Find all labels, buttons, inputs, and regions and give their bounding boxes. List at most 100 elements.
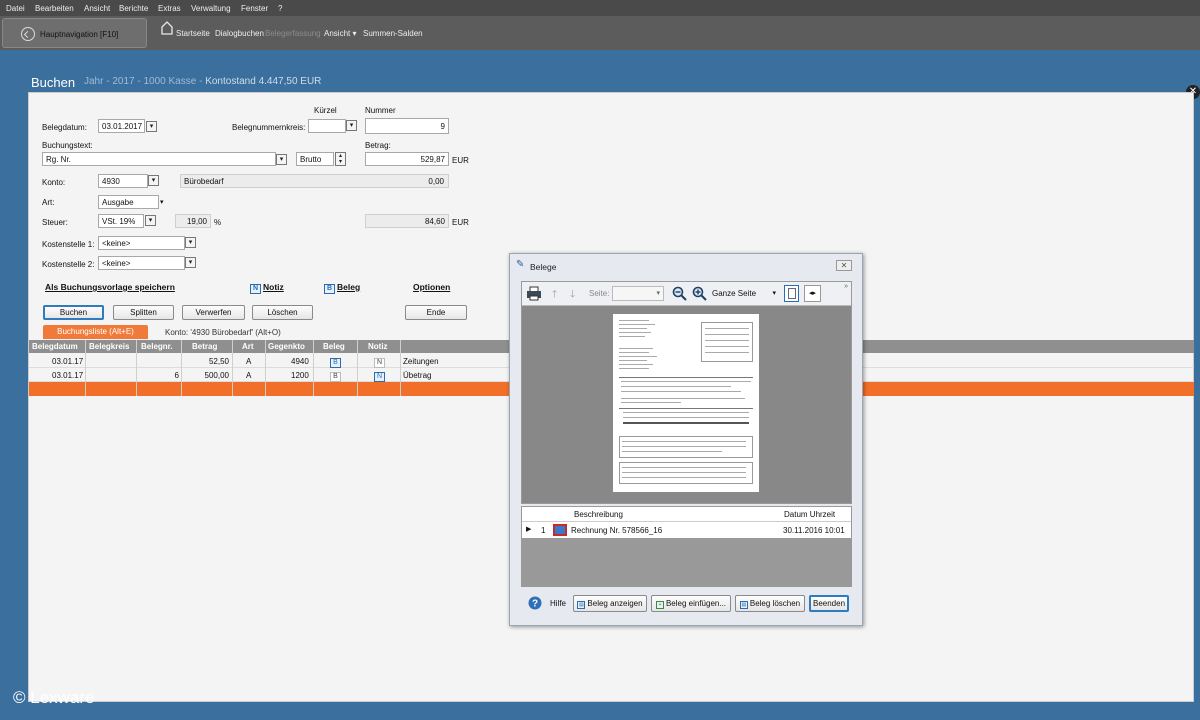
- chevron-down-icon[interactable]: ▾: [145, 215, 156, 226]
- menu-fenster[interactable]: Fenster: [241, 4, 268, 13]
- notiz-link[interactable]: N Notiz: [250, 282, 284, 294]
- list-item[interactable]: ▶ 1 Rechnung Nr. 578566_16 30.11.2016 10…: [522, 522, 851, 538]
- toolbar-ansicht[interactable]: Ansicht ▾: [324, 29, 356, 38]
- toolbar-startseite[interactable]: Startseite: [176, 29, 210, 38]
- col-datum-uhrzeit[interactable]: Datum Uhrzeit: [784, 510, 835, 519]
- verwerfen-button[interactable]: Verwerfen: [182, 305, 245, 320]
- splitten-button[interactable]: Splitten: [113, 305, 174, 320]
- col-belegkreis[interactable]: Belegkreis: [89, 342, 129, 351]
- cell-beleg: B: [330, 358, 341, 368]
- menu-bar: Datei Bearbeiten Ansicht Berichte Extras…: [0, 0, 1200, 16]
- belegdatum-field[interactable]: 03.01.2017: [98, 119, 145, 133]
- loeschen-button[interactable]: Löschen: [252, 305, 313, 320]
- zoom-in-icon[interactable]: [692, 286, 707, 301]
- tab-buchungsliste[interactable]: Buchungsliste (Alt+E): [43, 325, 148, 339]
- dialog-close-icon[interactable]: ✕: [836, 260, 852, 271]
- betrag-currency: EUR: [452, 156, 469, 165]
- col-belegdatum[interactable]: Belegdatum: [32, 342, 78, 351]
- toolbar-dialogbuchen[interactable]: Dialogbuchen: [215, 29, 264, 38]
- help-icon[interactable]: ?: [528, 596, 542, 610]
- beleg-einfuegen-label: Beleg einfügen...: [665, 599, 727, 608]
- overflow-icon[interactable]: »: [844, 283, 848, 290]
- doc-line: [619, 324, 655, 325]
- col-beschreibung[interactable]: Beschreibung: [574, 510, 623, 519]
- menu-bearbeiten[interactable]: Bearbeiten: [35, 4, 74, 13]
- brutto-field[interactable]: Brutto: [296, 152, 334, 166]
- chevron-down-icon[interactable]: ▾: [160, 198, 164, 206]
- zoom-out-icon[interactable]: [672, 286, 687, 301]
- seite-select[interactable]: ▾: [612, 286, 664, 301]
- col-notiz[interactable]: Notiz: [368, 342, 388, 351]
- subtitle-year: 2017: [112, 76, 135, 87]
- hilfe-label[interactable]: Hilfe: [550, 599, 566, 608]
- single-page-icon[interactable]: [784, 285, 799, 302]
- col-betrag[interactable]: Betrag: [192, 342, 217, 351]
- chevron-down-icon[interactable]: ▾: [185, 237, 196, 248]
- doc-line: [619, 360, 647, 361]
- kostenstelle1-label: Kostenstelle 1:: [42, 240, 95, 249]
- vorlage-speichern-link[interactable]: Als Buchungsvorlage speichern: [45, 282, 175, 292]
- fit-width-icon[interactable]: ◂▸: [804, 285, 821, 302]
- tab-konto[interactable]: Konto: '4930 Bürobedarf' (Alt+O): [165, 328, 281, 337]
- arrow-up-icon[interactable]: 🡑: [552, 287, 557, 304]
- chevron-down-icon[interactable]: ▾: [185, 257, 196, 268]
- betrag-field[interactable]: 529,87: [365, 152, 449, 166]
- page-title: Buchen: [31, 75, 76, 90]
- buchungstext-field[interactable]: Rg. Nr.: [42, 152, 276, 166]
- toolbar-summen-salden[interactable]: Summen-Salden: [363, 29, 423, 38]
- seite-label: Seite:: [589, 289, 610, 298]
- zoom-select[interactable]: Ganze Seite ▾: [710, 286, 778, 301]
- chevron-down-icon[interactable]: ▾: [148, 175, 159, 186]
- doc-rule: [619, 377, 753, 378]
- beleg-icon: B: [324, 284, 335, 294]
- nummer-field[interactable]: 9: [365, 118, 449, 134]
- menu-datei[interactable]: Datei: [6, 4, 25, 13]
- page-shape: [787, 288, 796, 299]
- col-divider: [232, 340, 233, 396]
- col-belegnr[interactable]: Belegnr.: [141, 342, 173, 351]
- col-art[interactable]: Art: [242, 342, 254, 351]
- doc-line: [705, 346, 749, 347]
- doc-line: [619, 368, 649, 369]
- subtitle-kasse: 1000 Kasse: [143, 76, 197, 87]
- optionen-link[interactable]: Optionen: [413, 282, 450, 292]
- menu-ansicht[interactable]: Ansicht: [84, 4, 110, 13]
- dialog-title: Belege: [530, 262, 557, 272]
- konto-label: Konto:: [42, 178, 66, 187]
- col-divider: [313, 340, 314, 396]
- beleg-loeschen-button[interactable]: ▤ Beleg löschen: [735, 595, 805, 612]
- cell-gegenkto: 4940: [291, 357, 309, 366]
- belegnummernkreis-select[interactable]: [308, 119, 346, 133]
- hauptnavigation-button[interactable]: Hauptnavigation [F10]: [2, 18, 147, 48]
- menu-extras[interactable]: Extras: [158, 4, 181, 13]
- spinner-icon[interactable]: ▴ ▾: [335, 152, 346, 166]
- kostenstelle1-select[interactable]: <keine>: [98, 236, 185, 250]
- menu-help[interactable]: ?: [278, 4, 282, 13]
- chevron-down-icon[interactable]: ▾: [146, 121, 157, 132]
- chevron-down-icon[interactable]: ▾: [276, 154, 287, 165]
- doc-line: [622, 451, 722, 452]
- beenden-button[interactable]: Beenden: [809, 595, 849, 612]
- beleg-einfuegen-button[interactable]: + Beleg einfügen...: [651, 595, 731, 612]
- menu-verwaltung[interactable]: Verwaltung: [191, 4, 231, 13]
- kostenstelle2-select[interactable]: <keine>: [98, 256, 185, 270]
- subtitle-kontostand: Kontostand 4.447,50 EUR: [205, 76, 322, 87]
- steuer-currency: EUR: [452, 218, 469, 227]
- print-icon[interactable]: [526, 286, 542, 301]
- home-icon[interactable]: [160, 20, 174, 36]
- cell-notiz: N: [374, 358, 385, 368]
- steuer-select[interactable]: VSt. 19%: [98, 214, 144, 228]
- beleg-anzeigen-button[interactable]: ▤ Beleg anzeigen: [573, 595, 647, 612]
- buchen-button[interactable]: Buchen: [43, 305, 104, 320]
- menu-berichte[interactable]: Berichte: [119, 4, 148, 13]
- doc-line: [705, 328, 749, 329]
- col-beleg[interactable]: Beleg: [323, 342, 345, 351]
- invoice-preview: [613, 314, 759, 492]
- beleg-link[interactable]: B Beleg: [324, 282, 360, 294]
- ende-button[interactable]: Ende: [405, 305, 467, 320]
- konto-field[interactable]: 4930: [98, 174, 148, 188]
- col-gegenkto[interactable]: Gegenkto: [268, 342, 305, 351]
- art-select[interactable]: Ausgabe: [98, 195, 159, 209]
- arrow-down-icon[interactable]: 🡓: [570, 287, 575, 304]
- chevron-down-icon[interactable]: ▾: [346, 120, 357, 131]
